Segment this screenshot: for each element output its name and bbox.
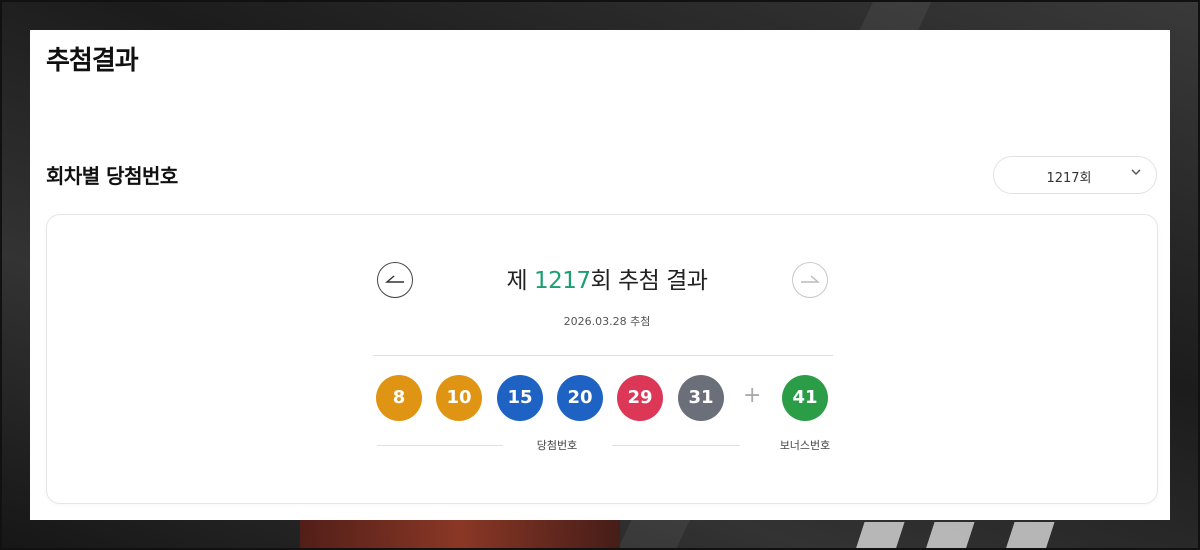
draw-date: 2026.03.28 추첨 — [563, 315, 651, 328]
next-round-button[interactable] — [792, 262, 828, 298]
page-title: 추첨결과 — [46, 46, 139, 76]
winning-number-ball: 20 — [557, 375, 603, 421]
bonus-number-ball: 41 — [782, 375, 828, 421]
divider — [377, 445, 503, 446]
winning-numbers-label: 당첨번호 — [536, 439, 578, 452]
round-select[interactable]: 1217회 — [993, 156, 1157, 194]
plus-sign: + — [743, 383, 762, 408]
round-select-value: 1217회 — [1046, 171, 1092, 186]
results-panel: 추첨결과 회차별 당첨번호 1217회 제 1217회 추첨 결과 2026.0… — [30, 30, 1170, 520]
winning-number-ball: 15 — [497, 375, 543, 421]
draw-title: 제 1217회 추첨 결과 — [427, 261, 787, 295]
winning-number-ball: 31 — [678, 375, 724, 421]
prev-round-button[interactable] — [377, 262, 413, 298]
divider — [373, 355, 833, 356]
winning-number-ball: 8 — [376, 375, 422, 421]
draw-result-card: 제 1217회 추첨 결과 2026.03.28 추첨 8 10 15 20 2… — [46, 214, 1158, 504]
draw-title-suffix: 회 추첨 결과 — [590, 268, 708, 294]
chevron-down-icon — [1130, 165, 1142, 183]
section-title: 회차별 당첨번호 — [46, 164, 178, 188]
bonus-number-label: 보너스번호 — [779, 439, 831, 452]
divider — [612, 445, 740, 446]
draw-round-number: 1217 — [534, 268, 591, 294]
draw-title-prefix: 제 — [506, 268, 534, 294]
winning-number-ball: 29 — [617, 375, 663, 421]
winning-number-ball: 10 — [436, 375, 482, 421]
